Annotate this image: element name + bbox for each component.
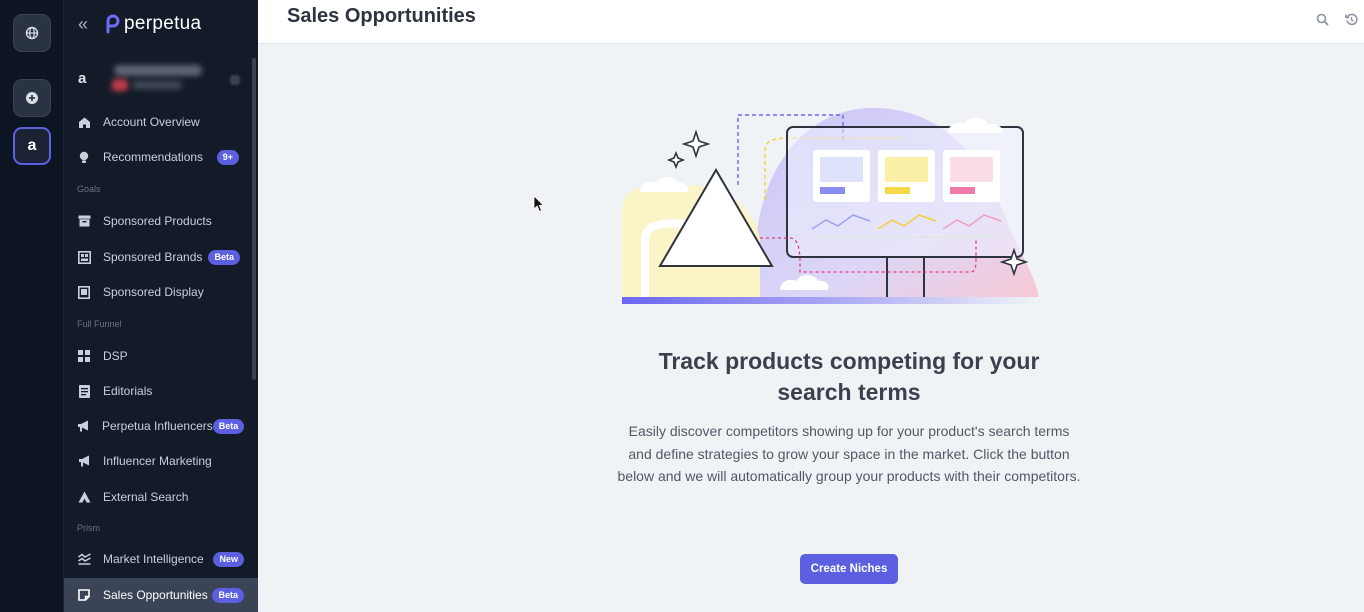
megaphone-icon: [77, 419, 90, 433]
sidebar-item-market-intelligence[interactable]: Market Intelligence New: [64, 542, 258, 576]
amazon-icon: a: [78, 69, 87, 87]
new-badge: New: [213, 551, 244, 567]
sidebar-item-sponsored-brands[interactable]: Sponsored Brands Beta: [64, 240, 258, 274]
section-label-prism: Prism: [77, 523, 100, 533]
collapse-sidebar-icon[interactable]: «: [78, 14, 100, 35]
account-name-redacted: [110, 63, 206, 93]
beta-badge: Beta: [212, 587, 244, 603]
account-menu-icon[interactable]: [230, 75, 240, 85]
app-rail: a: [0, 0, 64, 612]
home-icon: [77, 115, 91, 129]
logo[interactable]: perpetua: [104, 13, 201, 35]
sidebar-item-sponsored-products[interactable]: Sponsored Products: [64, 204, 258, 238]
amazon-icon[interactable]: a: [13, 127, 51, 165]
mouse-cursor-icon: [533, 195, 545, 213]
megaphone-icon: [77, 454, 91, 468]
sidebar-item-perpetua-influencers[interactable]: Perpetua Influencers Beta: [64, 409, 258, 443]
count-badge: 9+: [216, 149, 239, 165]
triangle-icon: [77, 490, 91, 504]
document-icon: [77, 384, 91, 398]
page-header: Sales Opportunities: [258, 0, 1364, 44]
sidebar-item-external-search[interactable]: External Search: [64, 480, 258, 514]
add-icon[interactable]: [13, 79, 51, 117]
account-switcher[interactable]: a: [64, 48, 258, 108]
sidebar-item-sponsored-display[interactable]: Sponsored Display: [64, 275, 258, 309]
section-label-goals: Goals: [77, 184, 101, 194]
empty-state-description: Easily discover competitors showing up f…: [617, 423, 1081, 484]
beta-badge: Beta: [212, 418, 245, 434]
sidebar-item-sales-opportunities[interactable]: Sales Opportunities Beta: [64, 578, 258, 612]
trend-icon: [77, 552, 91, 566]
sidebar-item-account-overview[interactable]: Account Overview: [64, 105, 258, 139]
box-icon: [77, 214, 91, 228]
empty-state-illustration: [622, 107, 1039, 304]
sidebar: « perpetua a Account Overview Recommenda…: [64, 0, 258, 612]
note-icon: [77, 588, 91, 602]
logo-text: perpetua: [124, 13, 202, 34]
lightbulb-icon: [77, 150, 91, 164]
create-niches-button[interactable]: Create Niches: [800, 554, 898, 584]
perpetua-logo-icon: [106, 14, 120, 34]
sidebar-item-editorials[interactable]: Editorials: [64, 374, 258, 408]
sidebar-item-dsp[interactable]: DSP: [64, 339, 258, 373]
beta-badge: Beta: [208, 249, 240, 265]
sidebar-item-influencer-marketing[interactable]: Influencer Marketing: [64, 444, 258, 478]
sidebar-item-recommendations[interactable]: Recommendations 9+: [64, 140, 258, 174]
grid-icon: [77, 349, 91, 363]
empty-state-headline: Track products competing for your search…: [658, 348, 1040, 405]
display-icon: [77, 285, 91, 299]
section-label-full-funnel: Full Funnel: [77, 319, 122, 329]
sidebar-scrollbar[interactable]: [252, 58, 256, 380]
brand-icon: [77, 250, 91, 264]
history-icon[interactable]: [1345, 13, 1359, 27]
search-icon[interactable]: [1316, 13, 1330, 27]
globe-icon[interactable]: [13, 14, 51, 52]
page-title: Sales Opportunities: [287, 5, 476, 27]
